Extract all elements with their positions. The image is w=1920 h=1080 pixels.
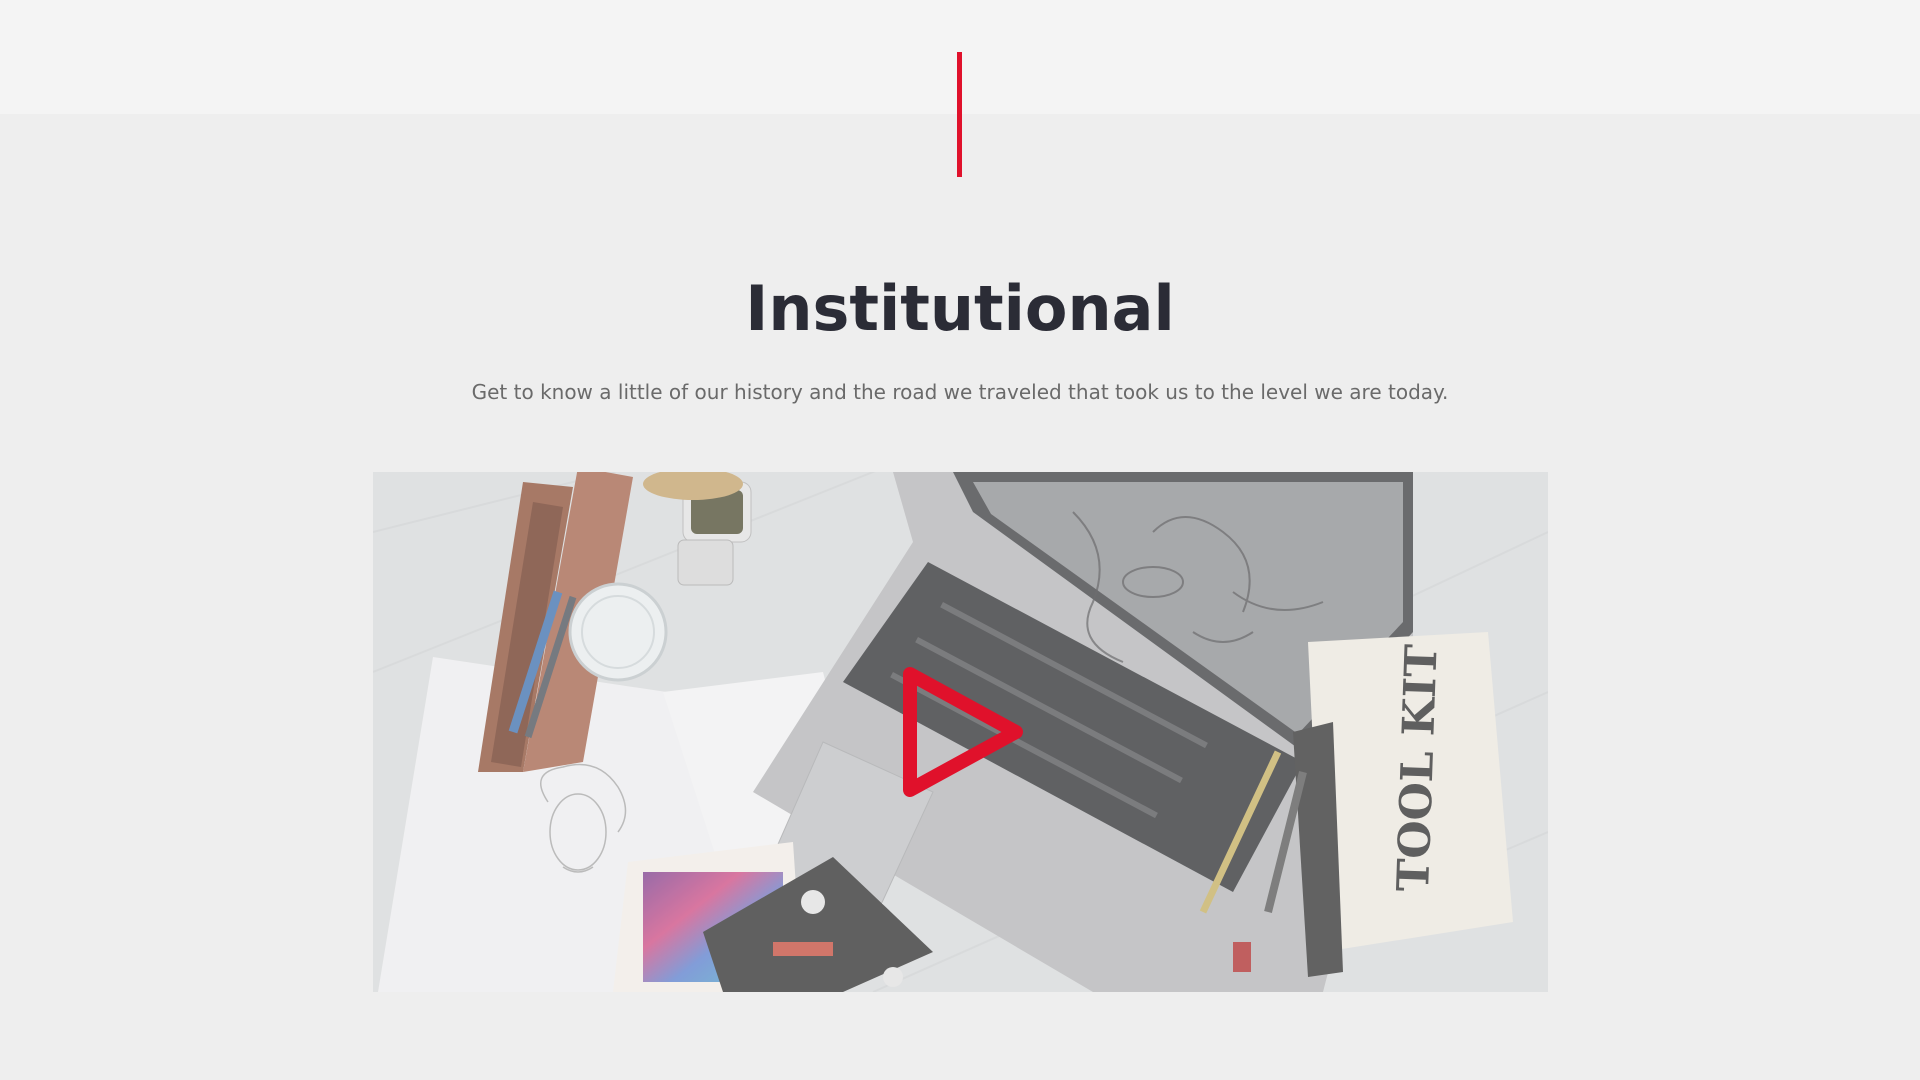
section-subtitle: Get to know a little of our history and …: [471, 380, 1449, 404]
accent-divider-line: [957, 52, 962, 177]
video-player[interactable]: TOOL KIT: [373, 472, 1548, 992]
section-title: Institutional: [745, 272, 1175, 345]
play-icon[interactable]: [898, 662, 1028, 802]
